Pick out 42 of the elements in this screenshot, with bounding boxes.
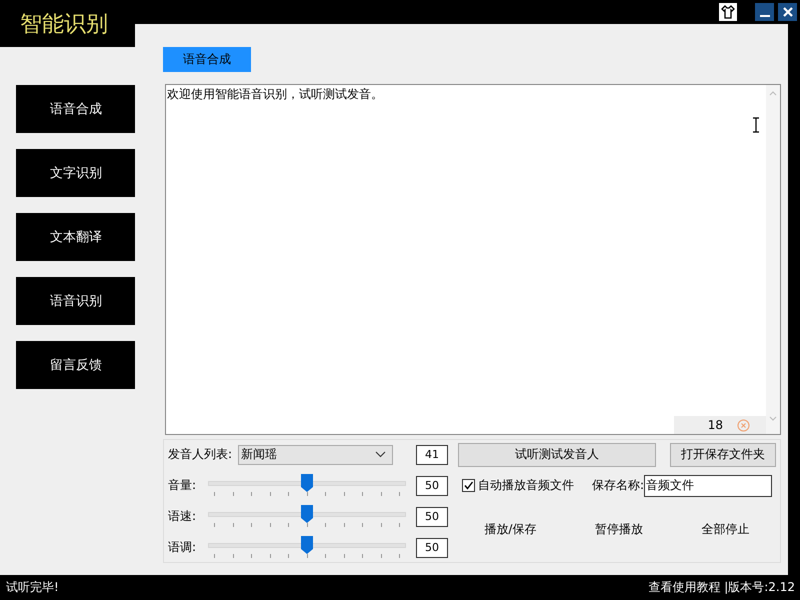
slider-thumb[interactable] xyxy=(301,504,313,522)
voice-list-label: 发音人列表: xyxy=(168,446,232,463)
slider-value-field[interactable]: 50 xyxy=(416,506,448,526)
sidebar-item[interactable]: 语音识别 xyxy=(16,277,136,325)
slider-value-field[interactable]: 50 xyxy=(416,538,448,558)
slider[interactable] xyxy=(208,504,406,528)
text-cursor-icon xyxy=(752,117,760,133)
slider[interactable] xyxy=(208,474,406,498)
slider-thumb[interactable] xyxy=(301,536,313,554)
save-name-field[interactable]: 音频文件 xyxy=(644,474,772,496)
slider-label: 语调: xyxy=(168,539,198,556)
action-button[interactable]: 全部停止 xyxy=(694,516,758,542)
minimize-button[interactable] xyxy=(755,3,774,21)
char-count: 18 xyxy=(708,418,723,432)
action-button[interactable]: 播放/保存 xyxy=(476,516,544,542)
close-icon xyxy=(782,6,794,18)
slider-value-field[interactable]: 50 xyxy=(416,476,448,496)
sidebar-item[interactable]: 留言反馈 xyxy=(16,341,136,389)
status-links[interactable]: 查看使用教程 |版本号:2.12 xyxy=(648,579,795,596)
voice-code-field[interactable]: 41 xyxy=(416,444,448,464)
sidebar-item[interactable]: 文本翻译 xyxy=(16,213,136,261)
checkmark-icon xyxy=(463,480,474,491)
slider-label: 音量: xyxy=(168,477,198,494)
editor-text: 欢迎使用智能语音识别，试听测试发音。 xyxy=(167,87,383,101)
close-button[interactable] xyxy=(778,3,797,21)
shirt-icon[interactable] xyxy=(719,3,737,21)
save-name-label: 保存名称: xyxy=(592,477,644,494)
chevron-down-icon xyxy=(375,451,386,458)
slider-label: 语速: xyxy=(168,508,198,525)
slider[interactable] xyxy=(208,536,406,560)
test-voice-button[interactable]: 试听测试发音人 xyxy=(458,442,656,466)
slider-thumb[interactable] xyxy=(301,474,313,492)
auto-play-checkbox[interactable]: 自动播放音频文件 xyxy=(462,477,574,494)
open-folder-button[interactable]: 打开保存文件夹 xyxy=(670,442,776,466)
sidebar-item[interactable]: 文字识别 xyxy=(16,149,136,197)
action-button[interactable]: 暂停播放 xyxy=(587,516,651,542)
minimize-icon xyxy=(760,14,770,16)
status-message: 试听完毕! xyxy=(6,579,59,596)
tab[interactable]: 语音合成 xyxy=(163,47,251,72)
app-title: 智能识别 xyxy=(20,10,108,38)
voice-dropdown[interactable]: 新闻瑶 xyxy=(238,444,394,464)
sidebar-item[interactable]: 语音合成 xyxy=(16,85,136,133)
